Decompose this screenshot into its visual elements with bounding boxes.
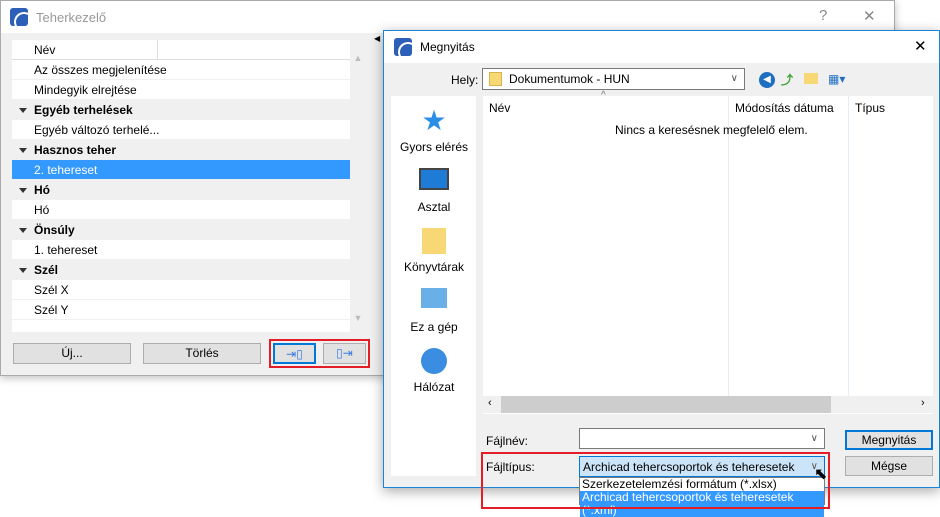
desktop-icon: [419, 168, 449, 190]
list-row[interactable]: Egyéb változó terhelé...: [12, 120, 350, 140]
chevron-down-icon: ∨: [730, 73, 738, 84]
column-modified[interactable]: Módosítás dátuma: [735, 101, 834, 115]
filename-label: Fájlnév:: [486, 434, 529, 448]
list-row[interactable]: 1. tehereset: [12, 240, 350, 260]
close-button[interactable]: ✕: [863, 7, 876, 25]
star-icon: ★: [421, 105, 447, 136]
new-folder-icon[interactable]: [804, 73, 818, 84]
column-type[interactable]: Típus: [855, 101, 885, 115]
list-row[interactable]: Hó: [12, 200, 350, 220]
window-title: Teherkezelő: [36, 9, 107, 25]
list-scrollbar[interactable]: ▲ ▼: [351, 41, 365, 331]
place-desktop[interactable]: Asztal: [391, 168, 477, 214]
place-this-pc[interactable]: Ez a gép: [391, 288, 477, 334]
places-bar: ★ Gyors elérés Asztal Könyvtárak Ez a gép…: [391, 96, 476, 476]
place-network[interactable]: Hálózat: [391, 348, 477, 394]
archicad-logo-icon: [10, 8, 28, 26]
column-header-name[interactable]: Név: [12, 40, 350, 60]
new-button[interactable]: Új...: [13, 343, 131, 364]
filename-input[interactable]: ∨: [579, 428, 825, 449]
highlight-box: [481, 452, 830, 509]
dialog-close-button[interactable]: ✕: [914, 37, 927, 55]
scroll-thumb[interactable]: [501, 396, 831, 413]
open-button[interactable]: Megnyitás: [845, 430, 933, 450]
list-row[interactable]: Az összes megjelenítése: [12, 60, 350, 80]
load-case-list: Név Az összes megjelenítése Mindegyik elr…: [12, 40, 350, 332]
libraries-icon: [422, 228, 446, 254]
location-label: Hely:: [451, 73, 479, 87]
delete-button[interactable]: Törlés: [143, 343, 261, 364]
help-button[interactable]: ?: [819, 7, 827, 24]
group-row[interactable]: Önsúly: [12, 220, 350, 240]
list-row[interactable]: 2. tehereset: [12, 160, 350, 180]
export-button[interactable]: ▯⇥: [323, 343, 366, 364]
view-menu-icon[interactable]: ▦▾: [828, 72, 845, 86]
group-row[interactable]: Hó: [12, 180, 350, 200]
archicad-logo-icon: [394, 38, 412, 56]
sort-arrow-icon: ^: [601, 90, 606, 101]
list-row[interactable]: Szél X: [12, 280, 350, 300]
list-row[interactable]: Szél Y: [12, 300, 350, 320]
network-icon: [421, 348, 447, 374]
location-value: Dokumentumok - HUN: [509, 72, 630, 86]
collapse-arrow-icon[interactable]: ◀: [374, 34, 380, 43]
horizontal-scrollbar[interactable]: ‹ ›: [483, 396, 933, 413]
dialog-title-bar: Megnyitás ✕: [384, 31, 939, 63]
cancel-button[interactable]: Mégse: [845, 456, 933, 476]
open-dialog: Megnyitás ✕ Hely: Dokumentumok - HUN ∨ ◀ …: [383, 30, 940, 517]
place-libraries[interactable]: Könyvtárak: [391, 228, 477, 274]
place-quick-access[interactable]: ★ Gyors elérés: [391, 105, 477, 155]
location-combo[interactable]: Dokumentumok - HUN ∨: [482, 68, 745, 90]
import-button[interactable]: ⇥▯: [273, 343, 316, 364]
group-row[interactable]: Szél: [12, 260, 350, 280]
list-row[interactable]: Mindegyik elrejtése: [12, 80, 350, 100]
folder-icon: [489, 72, 502, 86]
import-icon: ⇥▯: [286, 347, 303, 361]
chevron-down-icon: ∨: [810, 433, 818, 444]
column-name[interactable]: Név: [489, 101, 510, 115]
file-list[interactable]: ^ Név Módosítás dátuma Típus Nincs a ker…: [483, 90, 933, 414]
computer-icon: [421, 288, 447, 308]
empty-message: Nincs a keresésnek megfelelő elem.: [615, 123, 808, 137]
export-icon: ▯⇥: [336, 346, 353, 360]
title-bar: Teherkezelő ? ✕: [1, 1, 894, 33]
up-folder-icon[interactable]: ⤴: [781, 71, 793, 88]
dialog-title: Megnyitás: [420, 40, 475, 54]
group-row[interactable]: Hasznos teher: [12, 140, 350, 160]
group-row[interactable]: Egyéb terhelések: [12, 100, 350, 120]
back-icon[interactable]: ◀: [759, 72, 775, 88]
